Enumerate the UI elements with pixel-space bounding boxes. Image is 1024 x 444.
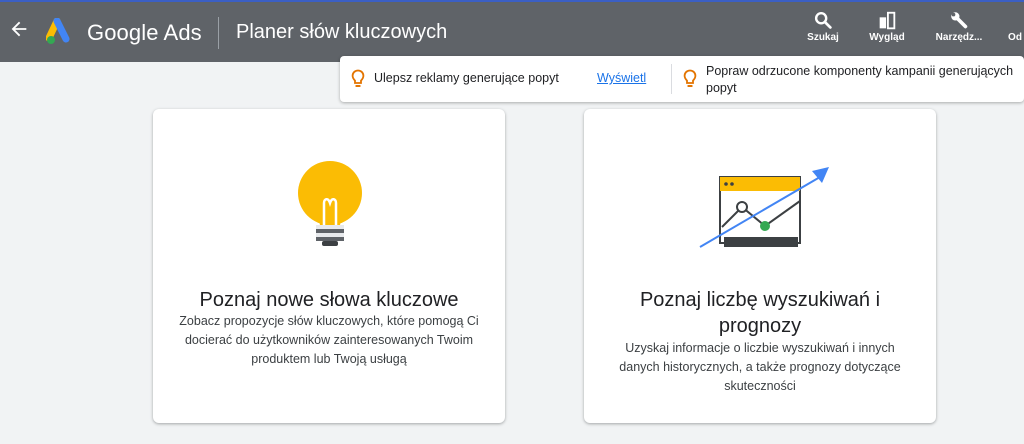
page-title: Planer słów kluczowych xyxy=(236,21,448,43)
lightbulb-illustration xyxy=(298,161,362,246)
card-description: Zobacz propozycje słów kluczowych, które… xyxy=(179,314,479,366)
header-divider xyxy=(218,17,219,49)
top-app-bar: Google Ads Planer słów kluczowych Szukaj… xyxy=(0,0,1024,62)
google-ads-logo-icon xyxy=(46,18,70,44)
refresh-icon xyxy=(1006,10,1024,32)
appearance-button-label: Wygląd xyxy=(869,32,905,43)
back-arrow-icon[interactable] xyxy=(6,18,32,44)
notification-fix-assets[interactable]: Popraw odrzucone komponenty kampanii gen… xyxy=(672,56,1024,102)
refresh-button-label: Od xyxy=(1008,32,1022,43)
notification-text: Ulepsz reklamy generujące popyt xyxy=(374,71,559,85)
card-description: Uzyskaj informacje o liczbie wyszukiwań … xyxy=(619,341,901,393)
wrench-icon xyxy=(951,12,968,29)
tools-settings-button[interactable]: Narzędz... xyxy=(930,10,988,60)
search-button[interactable]: Szukaj xyxy=(802,10,844,60)
search-button-label: Szukaj xyxy=(807,32,839,43)
trend-chart-illustration xyxy=(699,167,829,248)
search-icon xyxy=(814,12,832,29)
search-volume-forecast-card[interactable]: Poznaj liczbę wyszukiwań i prognozy Uzys… xyxy=(584,109,936,423)
card-title: Poznaj liczbę wyszukiwań i prognozy xyxy=(639,289,881,337)
brand-name: Google Ads xyxy=(87,20,202,45)
view-link[interactable]: Wyświetl xyxy=(597,71,646,85)
discover-keywords-card[interactable]: Poznaj nowe słowa kluczowe Zobacz propoz… xyxy=(153,109,505,423)
refresh-button[interactable]: Od xyxy=(1006,10,1024,60)
lightbulb-outline-icon xyxy=(351,69,365,87)
notification-text: Popraw odrzucone komponenty kampanii gen… xyxy=(706,64,1014,95)
appearance-icon xyxy=(879,11,896,30)
appearance-button[interactable]: Wygląd xyxy=(864,10,910,60)
card-title: Poznaj nowe słowa kluczowe xyxy=(199,289,459,311)
tools-button-label: Narzędz... xyxy=(935,32,983,43)
notification-improve-ads: Ulepsz reklamy generujące popyt Wyświetl xyxy=(340,56,670,102)
notification-banner: Ulepsz reklamy generujące popyt Wyświetl… xyxy=(340,56,1024,102)
lightbulb-outline-icon xyxy=(683,69,697,87)
